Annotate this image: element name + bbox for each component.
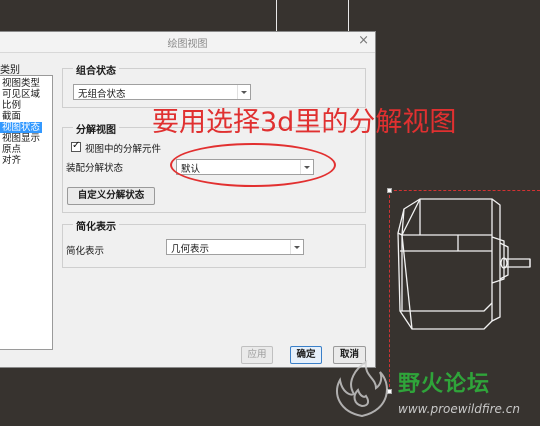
tree-item-section[interactable]: 截面 — [2, 111, 21, 122]
category-tree[interactable]: 视图类型 可见区域 比例 截面 视图状态 视图显示 原点 对齐 — [0, 75, 53, 350]
combo-state-value: 无组合状态 — [78, 89, 126, 100]
custom-explode-state-button[interactable]: 自定义分解状态 — [67, 187, 155, 205]
dialog-titlebar: 绘图视图 × — [0, 32, 375, 53]
apply-button[interactable]: 应用 — [241, 346, 273, 364]
chevron-down-icon — [237, 85, 250, 99]
simplified-rep-select[interactable]: 几何表示 — [166, 239, 304, 255]
flame-logo-icon — [335, 360, 388, 418]
combo-state-select[interactable]: 无组合状态 — [73, 84, 251, 100]
dialog-title: 绘图视图 — [167, 39, 208, 50]
graphics-guide-line — [348, 0, 349, 32]
assembly-explode-state-label: 装配分解状态 — [66, 163, 124, 174]
tree-item-view-state[interactable]: 视图状态 — [0, 122, 42, 133]
combo-state-title: 组合状态 — [73, 62, 119, 77]
tree-item-alignment[interactable]: 对齐 — [2, 155, 21, 166]
simplified-rep-title: 简化表示 — [73, 218, 119, 233]
category-label: 类别 — [0, 65, 20, 76]
simplified-rep-value: 几何表示 — [171, 244, 210, 255]
close-icon[interactable]: × — [358, 33, 369, 48]
ok-button[interactable]: 确定 — [290, 346, 322, 364]
annotation-text: 要用选择3d里的分解视图 — [152, 107, 457, 138]
tree-item-view-display[interactable]: 视图显示 — [2, 133, 40, 144]
tree-item-scale[interactable]: 比例 — [2, 100, 21, 111]
watermark-logo-text: 野火论坛 — [398, 372, 491, 397]
explode-components-checkbox[interactable] — [71, 140, 81, 152]
graphics-guide-line — [276, 0, 277, 32]
explode-components-label: 视图中的分解元件 — [85, 144, 162, 155]
tree-item-visible-area[interactable]: 可见区域 — [2, 89, 40, 100]
motor-model-drawing — [397, 198, 531, 330]
tree-item-view-type[interactable]: 视图类型 — [2, 78, 40, 89]
drawing-view-dialog: 绘图视图 × 类别 视图类型 可见区域 比例 截面 视图状态 视图显示 原点 对… — [0, 31, 376, 368]
chevron-down-icon — [290, 240, 303, 254]
watermark-url: www.proewildfire.cn — [398, 402, 520, 416]
annotation-ellipse — [170, 143, 336, 187]
simplified-rep-group: 简化表示 简化表示 几何表示 — [62, 218, 366, 268]
explode-view-title: 分解视图 — [73, 121, 119, 136]
simplified-rep-label: 简化表示 — [66, 246, 105, 257]
tree-item-origin[interactable]: 原点 — [2, 144, 21, 155]
